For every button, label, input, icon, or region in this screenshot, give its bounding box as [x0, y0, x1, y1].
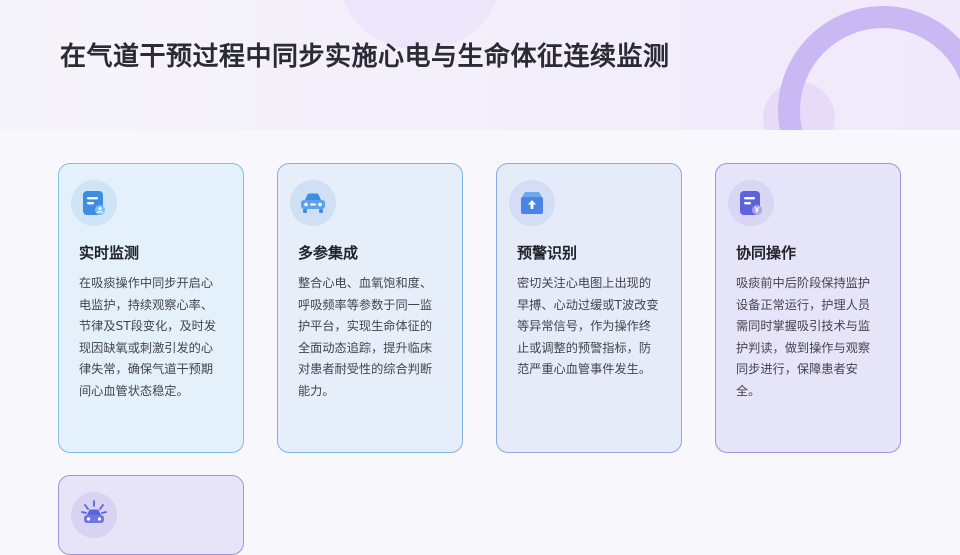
card-title: 预警识别 [517, 244, 578, 262]
card-realtime-monitoring: 实时监测 在吸痰操作中同步开启心电监护，持续观察心率、节律及ST段变化，及时发现… [58, 163, 244, 453]
card-warning-recognition: 预警识别 密切关注心电图上出现的早搏、心动过缓或T波改变等异常信号，作为操作终止… [496, 163, 682, 453]
car-icon [290, 180, 336, 226]
upload-box-icon [509, 180, 555, 226]
card-text: 整合心电、血氧饱和度、呼吸频率等参数于同一监护平台，实现生命体征的全面动态追踪，… [298, 276, 433, 398]
card-text: 吸痰前中后阶段保持监护设备正常运行，护理人员需同时掌握吸引技术与监护判读，做到操… [736, 276, 871, 398]
card-multi-parameter: 多参集成 整合心电、血氧饱和度、呼吸频率等参数于同一监护平台，实现生命体征的全面… [277, 163, 463, 453]
car-alert-icon [71, 492, 117, 538]
monitor-report-icon [71, 180, 117, 226]
decorative-ring [778, 6, 960, 130]
card-text: 在吸痰操作中同步开启心电监护，持续观察心率、节律及ST段变化，及时发现因缺氧或刺… [79, 276, 217, 398]
document-yen-icon [728, 180, 774, 226]
card-fifth [58, 475, 244, 555]
card-text: 密切关注心电图上出现的早搏、心动过缓或T波改变等异常信号，作为操作终止或调整的预… [517, 276, 659, 376]
card-title: 协同操作 [736, 244, 797, 262]
card-title: 多参集成 [298, 244, 359, 262]
card-title: 实时监测 [79, 244, 140, 262]
card-coordinated-operation: 协同操作 吸痰前中后阶段保持监护设备正常运行，护理人员需同时掌握吸引技术与监护判… [715, 163, 901, 453]
page-title: 在气道干预过程中同步实施心电与生命体征连续监测 [60, 42, 670, 72]
